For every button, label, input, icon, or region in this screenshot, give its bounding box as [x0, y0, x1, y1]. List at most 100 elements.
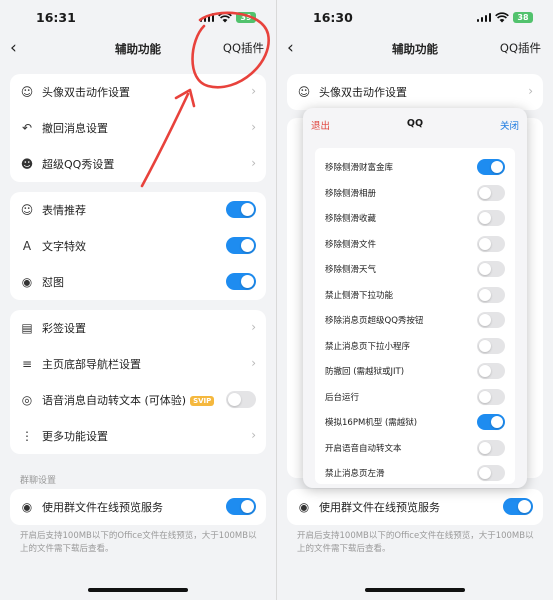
- plugin-option-row: 移除侧滑财富金库: [315, 154, 515, 180]
- voice-label-text: 语音消息自动转文本 (可体验): [42, 394, 187, 407]
- plugin-option-label: 禁止消息页下拉小程序: [325, 341, 411, 352]
- plugin-option-label: 移除侧滑财富金库: [325, 163, 394, 173]
- voice-icon: ◎: [21, 393, 33, 407]
- signal-icon: [199, 13, 214, 22]
- undo-icon: ↶: [21, 121, 33, 135]
- row-voice-to-text: ◎ 语音消息自动转文本 (可体验) SVIP: [10, 382, 266, 418]
- row-label: 表情推荐: [42, 204, 86, 217]
- row-label: 使用群文件在线预览服务: [42, 501, 163, 514]
- row-label: 彩签设置: [42, 322, 86, 335]
- plugin-option-label: 防撤回 (需越狱或JIT): [325, 367, 405, 377]
- signal-icon: [476, 13, 491, 22]
- plugin-option-row: 移除侧滑相册: [315, 180, 515, 206]
- smile-icon: ☺: [20, 203, 34, 217]
- plugin-option-toggle[interactable]: [477, 235, 505, 252]
- plugin-option-label: 移除侧滑收藏: [325, 214, 377, 224]
- text-effect-toggle[interactable]: [226, 237, 256, 254]
- settings-group-3: ▤ 彩签设置 › ≡ 主页底部导航栏设置 › ◎ 语音消息自动转文本 (可体验)…: [10, 310, 266, 454]
- plugin-option-row: 模拟16PM机型 (需越狱): [315, 409, 515, 435]
- row-recall-settings[interactable]: ↶ 撤回消息设置 ›: [10, 110, 266, 146]
- status-bar: 16:31 39: [0, 10, 276, 28]
- plugin-option-label: 禁止侧滑下拉功能: [325, 290, 394, 301]
- file-preview-toggle[interactable]: [226, 498, 256, 515]
- plugin-option-toggle[interactable]: [477, 337, 505, 354]
- row-bottom-nav[interactable]: ≡ 主页底部导航栏设置 ›: [10, 346, 266, 382]
- plugin-option-list[interactable]: 移除侧滑财富金库移除侧滑相册移除侧滑收藏移除侧滑文件 移除侧滑天气禁止侧滑下拉功能…: [315, 148, 515, 484]
- chevron-right-icon: ›: [251, 320, 256, 334]
- plugin-option-toggle[interactable]: [477, 184, 505, 201]
- plugin-option-row: 禁止侧滑下拉功能: [315, 282, 515, 308]
- chevron-right-icon: ›: [251, 120, 256, 134]
- file-preview-toggle[interactable]: [503, 498, 533, 515]
- row-sign-settings[interactable]: ▤ 彩签设置 ›: [10, 310, 266, 346]
- status-time: 16:30: [313, 10, 353, 25]
- row-emoji-recommend: ☺ 表情推荐: [10, 192, 266, 228]
- wifi-icon: [495, 12, 509, 23]
- emoji-recommend-toggle[interactable]: [226, 201, 256, 218]
- plugin-option-row: 移除消息页超级QQ秀按钮: [315, 307, 515, 333]
- chevron-right-icon: ›: [528, 84, 533, 98]
- status-bar: 16:30 38: [277, 10, 553, 28]
- row-label: 怼图: [42, 276, 64, 289]
- plugin-option-row: 禁止消息页下拉小程序: [315, 333, 515, 359]
- plugin-option-label: 开启语音自动转文本: [325, 443, 402, 454]
- qq-plugin-modal: 退出 QQ 关闭 移除侧滑财富金库 移除侧滑相册 移除侧滑收藏 移除侧滑文件 移除侧滑天…: [303, 108, 527, 488]
- meme-icon: ◉: [21, 275, 33, 289]
- plugin-option-toggle[interactable]: [477, 465, 505, 481]
- row-avatar-double-tap[interactable]: ☺ 头像双击动作设置 ›: [287, 74, 543, 110]
- plugin-option-toggle[interactable]: [477, 210, 505, 226]
- row-label: 头像双击动作设置: [42, 86, 130, 99]
- footnote: 开启后支持100MB以下的Office文件在线预览，大于100MB以上的文件需下…: [297, 531, 534, 554]
- chevron-right-icon: ›: [251, 84, 256, 98]
- row-label: 使用群文件在线预览服务: [319, 501, 440, 514]
- plugin-option-row: 防撤回 (需越狱或JIT): [315, 358, 515, 384]
- plugin-option-row: 移除侧滑天气: [315, 256, 515, 282]
- plugin-option-toggle[interactable]: [477, 261, 505, 277]
- qq-plugin-button[interactable]: QQ插件: [223, 40, 264, 56]
- plugin-option-toggle[interactable]: [477, 286, 505, 303]
- bg-settings-row: ☺ 头像双击动作设置 ›: [287, 74, 543, 110]
- plugin-option-label: 移除消息页超级QQ秀按钮: [325, 316, 424, 326]
- show-icon: ☻: [20, 157, 34, 171]
- row-label: 主页底部导航栏设置: [42, 358, 141, 371]
- row-file-preview: ◉ 使用群文件在线预览服务: [287, 489, 543, 525]
- plugin-option-row: 移除侧滑文件: [315, 231, 515, 257]
- close-button[interactable]: 关闭: [500, 118, 519, 132]
- plugin-option-toggle[interactable]: [477, 414, 505, 430]
- plugin-option-toggle[interactable]: [477, 388, 505, 405]
- avatar-icon: ☺: [297, 85, 311, 99]
- row-file-preview: ◉ 使用群文件在线预览服务: [10, 489, 266, 525]
- svip-badge: SVIP: [190, 396, 215, 406]
- eye-icon: ◉: [298, 500, 310, 514]
- home-indicator: [365, 588, 465, 592]
- plugin-option-toggle[interactable]: [477, 312, 505, 328]
- row-meme: ◉ 怼图: [10, 264, 266, 300]
- plugin-option-row: 后台运行: [315, 384, 515, 410]
- grid-icon: ⋮: [21, 429, 33, 443]
- voice-to-text-toggle[interactable]: [226, 391, 256, 408]
- row-super-show[interactable]: ☻ 超级QQ秀设置 ›: [10, 146, 266, 182]
- chevron-right-icon: ›: [251, 156, 256, 170]
- row-label: 语音消息自动转文本 (可体验) SVIP: [42, 392, 215, 408]
- qq-plugin-button[interactable]: QQ插件: [500, 40, 541, 56]
- meme-toggle[interactable]: [226, 273, 256, 290]
- modal-title: QQ: [406, 118, 424, 129]
- battery-icon: 39: [236, 12, 256, 23]
- left-screenshot: 16:31 39 ‹ 辅助功能 QQ插件 ☺ 头像双击动作设置 › ↶ 撤回消息…: [0, 0, 276, 600]
- row-more-settings[interactable]: ⋮ 更多功能设置 ›: [10, 418, 266, 454]
- plugin-option-row: 移除侧滑收藏: [315, 205, 515, 231]
- chevron-right-icon: ›: [251, 356, 256, 370]
- row-avatar-double-tap[interactable]: ☺ 头像双击动作设置 ›: [10, 74, 266, 110]
- row-label: 头像双击动作设置: [319, 86, 407, 99]
- plugin-option-row: 开启语音自动转文本: [315, 435, 515, 461]
- settings-group-4: ◉ 使用群文件在线预览服务: [287, 489, 543, 525]
- section-label-group: 群聊设置: [20, 476, 57, 486]
- plugin-option-toggle[interactable]: [477, 159, 505, 175]
- sign-icon: ▤: [21, 321, 33, 335]
- settings-group-2: ☺ 表情推荐 A 文字特效 ◉ 怼图: [10, 192, 266, 300]
- plugin-option-toggle[interactable]: [477, 439, 505, 456]
- status-time: 16:31: [36, 10, 76, 25]
- row-label: 超级QQ秀设置: [42, 158, 115, 171]
- settings-group-4: ◉ 使用群文件在线预览服务: [10, 489, 266, 525]
- plugin-option-toggle[interactable]: [477, 363, 505, 379]
